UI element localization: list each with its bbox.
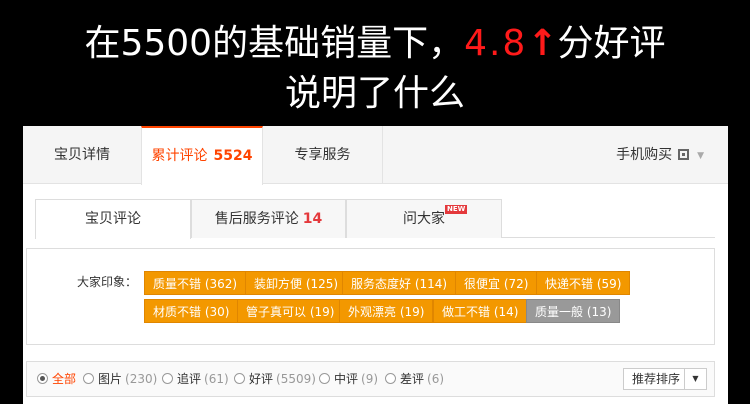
impression-tag[interactable]: 管子真可以 (19) bbox=[237, 299, 344, 323]
radio-icon bbox=[234, 373, 245, 384]
filter-positive[interactable]: 好评 (5509) bbox=[234, 371, 316, 387]
tab-reviews[interactable]: 累计评论 5524 bbox=[141, 126, 263, 185]
product-tabs-panel: 宝贝详情 累计评论 5524 专享服务 手机购买 ▼ 宝贝评论 售后服务评论 14 问… bbox=[23, 126, 728, 404]
radio-icon bbox=[83, 373, 94, 384]
headline-line-2: 说明了什么 bbox=[284, 73, 465, 114]
impression-tag[interactable]: 材质不错 (30) bbox=[144, 299, 239, 323]
promo-headline: 在5500的基础销量下，4.8↑分好评 说明了什么 bbox=[0, 0, 750, 126]
impression-tag[interactable]: 装卸方便 (125) bbox=[245, 271, 348, 295]
impression-tag[interactable]: 外观漂亮 (19) bbox=[339, 299, 434, 323]
radio-icon bbox=[385, 373, 396, 384]
tab-reviews-count: 5524 bbox=[213, 148, 253, 164]
chevron-down-icon: ▼ bbox=[684, 369, 706, 389]
tab-exclusive-service[interactable]: 专享服务 bbox=[263, 126, 383, 184]
review-sub-tabs: 宝贝评论 售后服务评论 14 问大家 NEW bbox=[35, 199, 715, 239]
subtab-aftersales-label: 售后服务评论 bbox=[214, 211, 299, 227]
filter-images[interactable]: 图片 (230) bbox=[83, 371, 157, 387]
subtab-ask-label: 问大家 bbox=[403, 211, 445, 227]
chevron-down-icon: ▼ bbox=[697, 151, 704, 161]
impression-tag[interactable]: 做工不错 (14) bbox=[433, 299, 528, 323]
headline-rating: 4.8 bbox=[464, 23, 528, 64]
filter-all[interactable]: 全部 bbox=[37, 371, 76, 387]
up-arrow-icon: ↑ bbox=[527, 23, 558, 64]
impressions-box: 大家印象： 质量不错 (362) 装卸方便 (125) 服务态度好 (114) … bbox=[26, 248, 715, 345]
headline-text-after: 分好评 bbox=[557, 23, 666, 64]
filter-neutral[interactable]: 中评 (9) bbox=[319, 371, 378, 387]
new-badge: NEW bbox=[445, 205, 468, 214]
subtab-aftersales-count: 14 bbox=[302, 211, 323, 227]
qr-code-icon bbox=[678, 149, 690, 160]
impression-tag[interactable]: 服务态度好 (114) bbox=[342, 271, 457, 295]
radio-icon bbox=[162, 373, 173, 384]
impressions-label: 大家印象： bbox=[77, 275, 138, 289]
filter-negative[interactable]: 差评 (6) bbox=[385, 371, 444, 387]
radio-icon bbox=[319, 373, 330, 384]
radio-selected-icon bbox=[37, 373, 48, 384]
filter-followup[interactable]: 追评 (61) bbox=[162, 371, 229, 387]
impression-tag-negative[interactable]: 质量一般 (13) bbox=[526, 299, 621, 323]
subtab-item-reviews[interactable]: 宝贝评论 bbox=[35, 199, 191, 239]
impression-tag[interactable]: 质量不错 (362) bbox=[144, 271, 247, 295]
headline-line-1: 在5500的基础销量下，4.8↑分好评 bbox=[0, 20, 750, 68]
mobile-buy-button[interactable]: 手机购买 ▼ bbox=[616, 126, 704, 184]
impression-tag[interactable]: 快递不错 (59) bbox=[536, 271, 631, 295]
review-filter-bar: 全部 图片 (230) 追评 (61) 好评 (5509) 中评 (9) 差评 (6) 推… bbox=[26, 361, 715, 397]
main-tab-bar: 宝贝详情 累计评论 5524 专享服务 手机购买 ▼ bbox=[23, 126, 728, 185]
tab-reviews-label: 累计评论 bbox=[151, 148, 208, 164]
headline-text-before: 在5500的基础销量下， bbox=[84, 23, 465, 64]
subtab-aftersales-reviews[interactable]: 售后服务评论 14 bbox=[191, 199, 346, 238]
mobile-buy-label: 手机购买 bbox=[616, 147, 673, 163]
sort-value: 推荐排序 bbox=[632, 372, 681, 386]
subtab-ask-everyone[interactable]: 问大家 NEW bbox=[346, 199, 502, 238]
tab-details[interactable]: 宝贝详情 bbox=[23, 126, 141, 184]
impression-tag[interactable]: 很便宜 (72) bbox=[455, 271, 538, 295]
sort-select[interactable]: 推荐排序 ▼ bbox=[623, 368, 707, 390]
